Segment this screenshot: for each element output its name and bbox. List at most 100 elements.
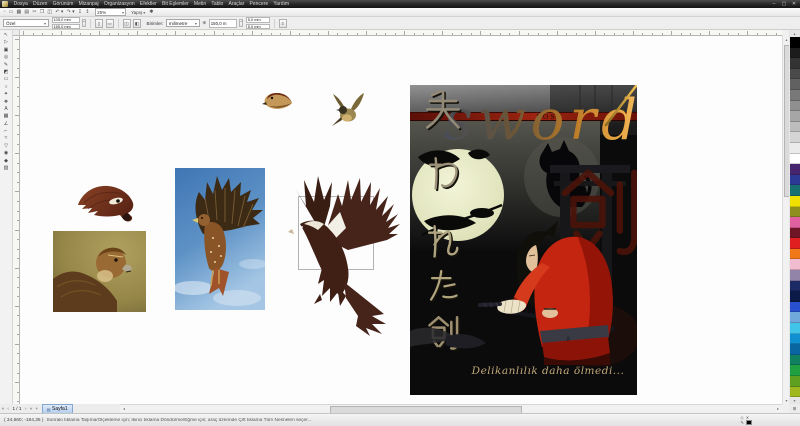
landscape-button[interactable]: ▭ [106, 19, 114, 28]
menu-metin[interactable]: Metin [191, 0, 208, 8]
duplicate-x-field[interactable]: 5,0 mm [246, 17, 270, 22]
palette-swatch-0c1a48[interactable] [790, 291, 800, 302]
palette-swatch-1c1c1c[interactable] [790, 48, 800, 59]
restore-button[interactable]: ▢ [779, 0, 789, 8]
lost-sword-poster[interactable]: LOST sword [410, 85, 637, 395]
toolbar-button-redo[interactable]: ↷ ▾ [65, 8, 76, 16]
options-button[interactable]: ✱ [149, 9, 153, 15]
eagle-head-vector[interactable] [74, 181, 136, 223]
table-tool[interactable]: ▦ [1, 113, 12, 120]
close-button[interactable]: ✕ [789, 0, 799, 8]
toolbar-button-paste[interactable]: ◫ [46, 8, 54, 16]
page-size-select[interactable]: Özel ▾ [3, 19, 49, 27]
palette-swatch-70a8dc[interactable] [790, 312, 800, 323]
toolbar-button-open[interactable]: ▭ [7, 8, 15, 16]
snap-options-button[interactable]: ≡ [279, 19, 287, 28]
crop-tool[interactable]: ▣ [1, 47, 12, 54]
palette-swatch-333333[interactable] [790, 58, 800, 69]
interactive-fill-tool[interactable]: ▨ [1, 165, 12, 172]
ellipse-tool[interactable]: ○ [1, 84, 12, 91]
scroll-left-button[interactable]: ◂ [120, 405, 128, 413]
zoom-level-select[interactable]: 25% ▾ [95, 8, 126, 16]
palette-swatch-f07818[interactable] [790, 249, 800, 260]
palette-expand-button[interactable]: ⊞ [789, 404, 800, 413]
outline-indicator[interactable]: ✎ [740, 420, 752, 426]
current-page-button[interactable]: ◧ [133, 19, 141, 28]
page-width-field[interactable]: 105,0 mm [52, 17, 80, 22]
drawing-canvas[interactable]: LOST sword [20, 36, 782, 404]
menu-dosya[interactable]: Dosya [11, 0, 30, 8]
duplicate-y-field[interactable]: 5,0 mm [246, 24, 270, 29]
toolbar-button-copy[interactable]: ❐ [38, 8, 46, 16]
flying-hawk-photo[interactable] [175, 168, 265, 310]
palette-swatch-a0b820[interactable] [790, 387, 800, 398]
add-page-button[interactable]: + [34, 406, 40, 411]
palette-swatch-4a4a4a[interactable] [790, 69, 800, 80]
page-height-field[interactable]: 165,0 mm [52, 24, 80, 29]
text-tool[interactable]: A [1, 106, 12, 113]
menu-g-r-n-m[interactable]: Görünüm [50, 0, 76, 8]
snap-to-dropdown[interactable]: Yapış ▾ [131, 10, 145, 15]
nudge-spinner[interactable]: ▴▾ [239, 19, 243, 27]
app-icon[interactable] [2, 1, 8, 7]
palette-swatch-e02020[interactable] [790, 238, 800, 249]
palette-swatch-108060[interactable] [790, 355, 800, 366]
palette-swatch-8f8f8f[interactable] [790, 101, 800, 112]
menu-organizasyon[interactable]: Organizasyon [101, 0, 137, 8]
palette-swatch-a6a6a6[interactable] [790, 111, 800, 122]
palette-swatch-60a020[interactable] [790, 376, 800, 387]
palette-swatch-9284a8[interactable] [790, 270, 800, 281]
menu-efektler[interactable]: Efektler [137, 0, 159, 8]
menu-mizanpaj[interactable]: Mizanpaj [76, 0, 101, 8]
menu-pencere[interactable]: Pencere [247, 0, 271, 8]
blend-tool[interactable]: ≈ [1, 135, 12, 142]
units-select[interactable]: milimetre ▾ [166, 19, 200, 27]
palette-swatch-1c2a66[interactable] [790, 281, 800, 292]
palette-swatch-20a040[interactable] [790, 365, 800, 376]
nudge-offset-field[interactable]: 150,0 m [209, 19, 237, 28]
page-size-spinner[interactable]: ▴▾ [82, 19, 86, 27]
vertical-ruler[interactable] [13, 36, 20, 404]
toolbar-button-import[interactable]: ↧ [76, 8, 83, 16]
rectangle-tool[interactable]: ▭ [1, 76, 12, 83]
menu-ara-lar[interactable]: Araçlar [226, 0, 247, 8]
smart-fill-tool[interactable]: ◩ [1, 69, 12, 76]
menu-yard-m[interactable]: Yardım [271, 0, 292, 8]
palette-swatch-2850d0[interactable] [790, 302, 800, 313]
scroll-right-button[interactable]: ▸ [774, 405, 782, 413]
palette-swatch-0a66a0[interactable] [790, 344, 800, 355]
dimension-tool[interactable]: ∠ [1, 121, 12, 128]
hawk-head-photo[interactable] [53, 231, 146, 312]
toolbar-button-print[interactable]: ▤ [23, 8, 31, 16]
palette-swatch-bdbdbd[interactable] [790, 122, 800, 133]
palette-swatch-701525[interactable] [790, 228, 800, 239]
palette-scroll-down[interactable]: ▾ [789, 397, 800, 404]
connector-tool[interactable]: ⌐ [1, 128, 12, 135]
portrait-button[interactable]: ▯ [95, 19, 103, 28]
tab-sayfa1[interactable]: ▤ Sayfa1 [42, 404, 73, 413]
palette-swatch-2c3a96[interactable] [790, 175, 800, 186]
horizontal-scrollbar[interactable]: ◂ ▸ [120, 404, 782, 413]
sparrow-head-vector[interactable] [262, 90, 295, 112]
palette-swatch-f2bcd0[interactable] [790, 259, 800, 270]
eyedropper-tool[interactable]: ▽ [1, 143, 12, 150]
palette-swatch-ebebeb[interactable] [790, 143, 800, 154]
palette-swatch-1090d0[interactable] [790, 334, 800, 345]
shape-tool[interactable]: ▷ [1, 39, 12, 46]
polygon-tool[interactable]: ✦ [1, 91, 12, 98]
palette-swatch-ffffff[interactable] [790, 154, 800, 165]
palette-swatch-40c4e8[interactable] [790, 323, 800, 334]
basic-shapes-tool[interactable]: ❖ [1, 99, 12, 106]
toolbar-button-cut[interactable]: ✂ [31, 8, 38, 16]
palette-swatch-000000[interactable] [790, 37, 800, 48]
menu-d-zen[interactable]: Düzen [30, 0, 50, 8]
palette-scroll-up[interactable]: ▴ [789, 30, 800, 37]
palette-swatch-616161[interactable] [790, 79, 800, 90]
menu-bit-e-lemler[interactable]: Bit Eşlemler [159, 0, 191, 8]
pick-tool[interactable]: ↖ [1, 32, 12, 39]
eagle-silhouette-vector[interactable] [288, 172, 400, 336]
palette-swatch-e060a0[interactable] [790, 217, 800, 228]
freehand-tool[interactable]: ✎ [1, 62, 12, 69]
toolbar-button-export[interactable]: ↥ [84, 8, 91, 16]
zoom-tool[interactable]: ◎ [1, 54, 12, 61]
